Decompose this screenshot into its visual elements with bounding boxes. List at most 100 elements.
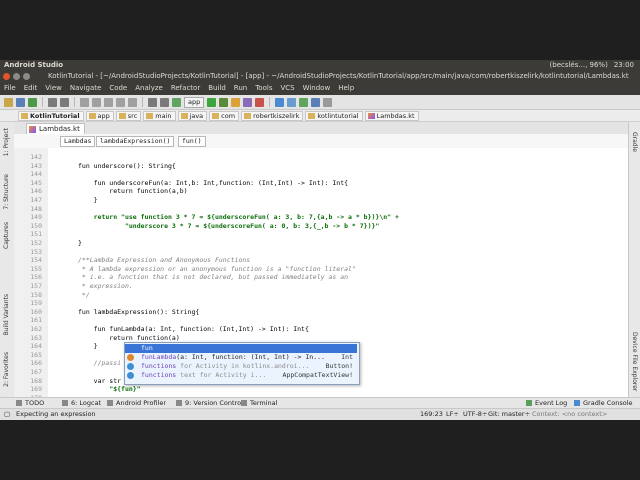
- minimize-window-button[interactable]: [13, 73, 20, 80]
- autocomplete-item[interactable]: funLambda(a: Int, function: (Int, Int) -…: [125, 353, 357, 362]
- copy-icon[interactable]: [92, 97, 101, 107]
- menu-navigate[interactable]: Navigate: [66, 83, 105, 95]
- property-icon: [127, 363, 134, 370]
- breadcrumb-robertkiszelirk[interactable]: robertkiszelirk: [241, 110, 304, 121]
- captures-tool-tab[interactable]: Captures: [3, 222, 10, 249]
- breadcrumb-kotlintutorial[interactable]: kotlintutorial: [305, 110, 363, 121]
- version-control-icon: [176, 400, 182, 406]
- menu-tools[interactable]: Tools: [251, 83, 276, 95]
- redo-icon[interactable]: [60, 97, 69, 107]
- folder-icon: [146, 112, 154, 119]
- sync-icon[interactable]: [28, 97, 37, 107]
- code-line: var str: [78, 376, 122, 385]
- structure-item-lambdas[interactable]: Lambdas: [60, 136, 96, 147]
- close-window-button[interactable]: [3, 73, 10, 80]
- autocomplete-item[interactable]: fun: [125, 344, 357, 353]
- menu-run[interactable]: Run: [230, 83, 251, 95]
- menu-file[interactable]: File: [0, 83, 20, 95]
- forward-icon[interactable]: [160, 97, 169, 107]
- autocomplete-popup: fun funLambda(a: Int, function: (Int, In…: [124, 342, 360, 385]
- open-folder-icon[interactable]: [4, 97, 13, 107]
- run-icon[interactable]: [207, 97, 217, 107]
- structure-item-lambda-expression[interactable]: lambdaExpression(): [96, 136, 175, 147]
- caret-position[interactable]: 169:23: [420, 410, 443, 418]
- terminal-tab[interactable]: Terminal: [241, 399, 277, 407]
- breadcrumb-main[interactable]: main: [143, 110, 176, 121]
- build-variants-tool-tab[interactable]: Build Variants: [3, 294, 10, 335]
- breadcrumb-src[interactable]: src: [115, 110, 142, 121]
- event-log-icon: [526, 400, 532, 406]
- back-icon[interactable]: [148, 97, 157, 107]
- function-icon: [127, 354, 134, 361]
- breadcrumb-project[interactable]: KotlinTutorial: [18, 110, 84, 121]
- save-icon[interactable]: [16, 97, 25, 107]
- editor-tab-lambdas[interactable]: Lambdas.kt: [26, 123, 85, 134]
- file-encoding[interactable]: UTF-8÷: [463, 410, 487, 418]
- favorites-tool-tab[interactable]: 2: Favorites: [3, 352, 10, 387]
- android-profiler-tab[interactable]: Android Profiler: [107, 399, 166, 407]
- gradle-sync-icon[interactable]: [275, 97, 285, 107]
- structure-icon[interactable]: [311, 97, 321, 107]
- paste-icon[interactable]: [104, 97, 113, 107]
- breadcrumb-file[interactable]: Lambdas.kt: [364, 110, 419, 121]
- replace-icon[interactable]: [128, 97, 137, 107]
- code-line: fun underscore(): String{: [78, 161, 176, 170]
- breadcrumb-java[interactable]: java: [177, 110, 208, 121]
- line-number: 144: [30, 170, 42, 179]
- line-number: 151: [30, 230, 42, 239]
- right-tool-strip: Gradle Device File Explorer: [628, 122, 640, 398]
- profile-icon[interactable]: [243, 97, 253, 107]
- breadcrumb-app[interactable]: app: [85, 110, 114, 121]
- autocomplete-item[interactable]: functions for Activity in kotlinx.androi…: [125, 362, 357, 371]
- menu-view[interactable]: View: [41, 83, 66, 95]
- menu-window[interactable]: Window: [299, 83, 335, 95]
- line-number: 163: [30, 333, 42, 342]
- menu-edit[interactable]: Edit: [20, 83, 42, 95]
- menu-code[interactable]: Code: [105, 83, 131, 95]
- project-tool-tab[interactable]: 1: Project: [3, 128, 10, 156]
- breadcrumb: KotlinTutorial app src main java com rob…: [0, 110, 640, 122]
- line-number: 160: [30, 307, 42, 316]
- code-line: /**Lambda Expression and Anonymous Funct…: [78, 256, 251, 265]
- line-separator[interactable]: LF÷: [446, 410, 459, 418]
- debug-icon[interactable]: [219, 97, 229, 107]
- stop-icon[interactable]: [255, 97, 265, 107]
- gradle-tool-tab[interactable]: Gradle: [631, 132, 638, 152]
- todo-tab[interactable]: TODO: [16, 399, 44, 407]
- menu-help[interactable]: Help: [334, 83, 358, 95]
- git-branch[interactable]: Git: master÷: [488, 410, 530, 418]
- autocomplete-item[interactable]: functions text for Activity i... AppComp…: [125, 371, 357, 380]
- code-line: "${fun}": [78, 385, 141, 394]
- folder-icon: [180, 112, 188, 119]
- menu-analyze[interactable]: Analyze: [131, 83, 167, 95]
- line-number: 157: [30, 282, 42, 290]
- menu-build[interactable]: Build: [204, 83, 230, 95]
- code-line: return "use function 3 * 7 = ${underscor…: [78, 213, 399, 222]
- status-toggle-icon[interactable]: ▢: [4, 410, 10, 418]
- line-number: 161: [30, 316, 42, 325]
- undo-icon[interactable]: [48, 97, 57, 107]
- maximize-window-button[interactable]: [23, 73, 30, 80]
- sdk-manager-icon[interactable]: [299, 97, 309, 107]
- find-icon[interactable]: [116, 97, 125, 107]
- version-control-tab[interactable]: 9: Version Control: [176, 399, 243, 407]
- apply-changes-icon[interactable]: [231, 97, 241, 107]
- cut-icon[interactable]: [80, 97, 89, 107]
- menu-refactor[interactable]: Refactor: [167, 83, 204, 95]
- breadcrumb-com[interactable]: com: [209, 110, 240, 121]
- gradle-console-tab[interactable]: Gradle Console: [574, 399, 633, 407]
- code-line: */: [78, 290, 90, 299]
- run-config-select[interactable]: app: [184, 96, 205, 108]
- folder-icon: [88, 112, 96, 119]
- structure-item-fun[interactable]: fun(): [178, 136, 206, 147]
- main-toolbar: app: [0, 95, 640, 110]
- folder-icon: [118, 112, 126, 119]
- menu-vcs[interactable]: VCS: [276, 83, 298, 95]
- event-log-tab[interactable]: Event Log: [526, 399, 567, 407]
- logcat-tab[interactable]: 6: Logcat: [62, 399, 101, 407]
- avd-manager-icon[interactable]: [287, 97, 297, 107]
- structure-tool-tab[interactable]: 7: Structure: [3, 174, 10, 210]
- make-project-icon[interactable]: [172, 97, 181, 107]
- device-file-explorer-tab[interactable]: Device File Explorer: [631, 332, 638, 391]
- help-icon[interactable]: [323, 97, 333, 107]
